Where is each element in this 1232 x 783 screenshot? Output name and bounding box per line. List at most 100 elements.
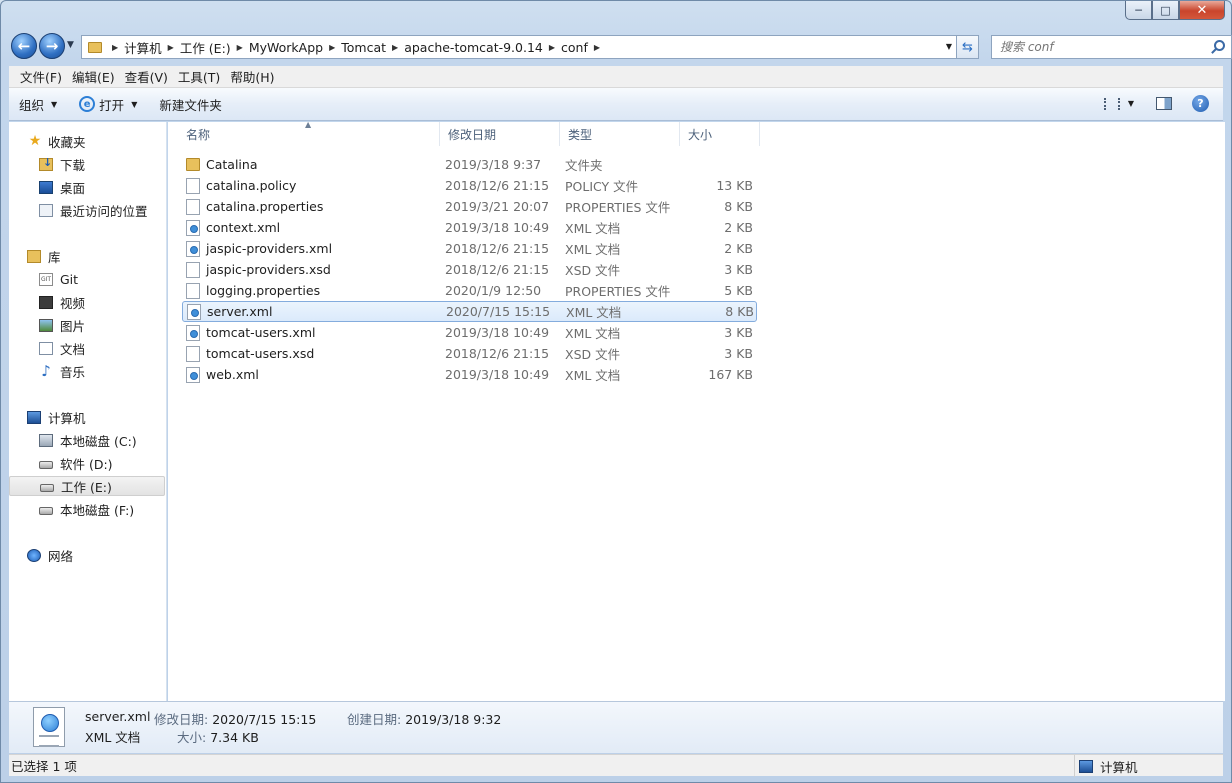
change-view-icon[interactable] <box>1103 97 1120 110</box>
address-bar[interactable]: ▶ 计算机 ▶ 工作 (E:) ▶ MyWorkApp ▶ Tomcat ▶ apach… <box>81 35 957 59</box>
file-row[interactable]: web.xml 2019/3/18 10:49 XML 文档 167 KB <box>182 364 757 385</box>
file-row[interactable]: catalina.properties 2019/3/21 20:07 PROPER… <box>182 196 757 217</box>
menu-edit[interactable]: 编辑(E) <box>67 67 120 86</box>
chevron-right-icon[interactable]: ▶ <box>329 43 335 52</box>
sidebar-item-videos[interactable]: 视频 <box>9 292 165 312</box>
file-date: 2018/12/6 21:15 <box>445 241 550 256</box>
drive-icon <box>39 460 53 469</box>
file-name: jaspic-providers.xml <box>206 241 333 256</box>
menu-file[interactable]: 文件(F) <box>15 67 67 86</box>
breadcrumb-item-apache-tomcat[interactable]: apache-tomcat-9.0.14 ▶ <box>404 40 561 55</box>
sidebar-item-downloads[interactable]: 下载 <box>9 154 165 174</box>
file-size: 3 KB <box>724 262 753 277</box>
menu-view[interactable]: 查看(V) <box>120 67 173 86</box>
details-size-value: 7.34 KB <box>210 730 259 745</box>
preview-pane-icon[interactable] <box>1156 97 1172 110</box>
column-header-type[interactable]: 类型 <box>560 122 680 146</box>
breadcrumb-item-drive-e[interactable]: 工作 (E:) ▶ <box>180 38 249 57</box>
column-header-date[interactable]: 修改日期 <box>440 122 560 146</box>
file-row[interactable]: jaspic-providers.xsd 2018/12/6 21:15 XSD 文… <box>182 259 757 280</box>
file-row[interactable]: server.xml 2020/7/15 15:15 XML 文档 8 KB <box>182 301 757 322</box>
search-icon[interactable] <box>1214 40 1225 51</box>
file-date: 2018/12/6 21:15 <box>445 346 550 361</box>
details-size: 大小: 7.34 KB <box>177 727 259 746</box>
file-row[interactable]: catalina.policy 2018/12/6 21:15 POLICY 文件 1… <box>182 175 757 196</box>
open-label: 打开 <box>99 97 125 113</box>
file-row[interactable]: tomcat-users.xsd 2018/12/6 21:15 XSD 文件 3 K… <box>182 343 757 364</box>
sidebar-item-label: 工作 (E:) <box>61 479 112 495</box>
new-folder-button[interactable]: 新建文件夹 <box>159 95 222 114</box>
chevron-right-icon[interactable]: ▶ <box>168 43 174 52</box>
column-header-name[interactable]: 名称 ▲ <box>168 120 440 146</box>
sidebar-network[interactable]: 网络 <box>9 545 165 565</box>
sidebar-item-label: 文档 <box>60 341 86 357</box>
sidebar-item-label: 本地磁盘 (C:) <box>60 433 137 449</box>
file-row[interactable]: Catalina 2019/3/18 9:37 文件夹 <box>182 154 757 175</box>
file-type: XSD 文件 <box>565 347 621 362</box>
chevron-right-icon[interactable]: ▶ <box>392 43 398 52</box>
file-type: XSD 文件 <box>565 263 621 278</box>
forward-button[interactable]: → <box>39 33 65 59</box>
sidebar-item-music[interactable]: ♪ 音乐 <box>9 361 165 381</box>
menu-bar: 文件(F) 编辑(E) 查看(V) 工具(T) 帮助(H) <box>9 66 1223 88</box>
close-button[interactable]: ✕ <box>1179 1 1225 20</box>
file-row[interactable]: tomcat-users.xml 2019/3/18 10:49 XML 文档 3 K… <box>182 322 757 343</box>
refresh-button[interactable]: ⇆ <box>957 35 979 59</box>
file-name-cell: server.xml <box>183 303 442 320</box>
recent-places-icon <box>39 203 53 217</box>
search-box[interactable] <box>991 35 1232 59</box>
file-date: 2020/1/9 12:50 <box>445 283 542 298</box>
menu-help[interactable]: 帮助(H) <box>225 67 279 86</box>
sidebar-favorites[interactable]: ★ 收藏夹 <box>9 131 165 151</box>
column-header-size[interactable]: 大小 <box>680 122 760 146</box>
menu-tools[interactable]: 工具(T) <box>173 67 225 86</box>
sidebar-item-documents[interactable]: 文档 <box>9 338 165 358</box>
sidebar-item-recent-places[interactable]: 最近访问的位置 <box>9 200 165 220</box>
sidebar-item-drive-e[interactable]: 工作 (E:) <box>9 476 165 496</box>
chevron-right-icon[interactable]: ▶ <box>237 43 243 52</box>
search-input[interactable] <box>1000 40 1200 54</box>
xml-file-icon <box>186 324 200 341</box>
music-note-icon: ♪ <box>41 362 51 380</box>
address-history-dropdown-icon[interactable]: ▼ <box>946 42 952 51</box>
breadcrumb-sep-root[interactable]: ▶ <box>106 43 124 52</box>
back-button[interactable]: ← <box>11 33 37 59</box>
breadcrumb-label: 计算机 <box>124 40 162 56</box>
file-icon <box>186 282 200 299</box>
maximize-button[interactable]: □ <box>1152 1 1179 20</box>
breadcrumb-item-myworkapp[interactable]: MyWorkApp ▶ <box>249 40 341 55</box>
file-name: tomcat-users.xml <box>206 325 316 340</box>
sidebar-item-pictures[interactable]: 图片 <box>9 315 165 335</box>
help-icon[interactable]: ? <box>1192 95 1209 112</box>
open-button[interactable]: e 打开 ▼ <box>79 95 137 114</box>
file-row[interactable]: context.xml 2019/3/18 10:49 XML 文档 2 KB <box>182 217 757 238</box>
view-options-dropdown-icon[interactable]: ▼ <box>1128 99 1134 108</box>
sidebar-item-drive-d[interactable]: 软件 (D:) <box>9 453 165 473</box>
sidebar-item-label: 本地磁盘 (F:) <box>60 502 135 518</box>
sidebar-item-label: 软件 (D:) <box>60 456 113 472</box>
sidebar-item-desktop[interactable]: 桌面 <box>9 177 165 197</box>
breadcrumb-item-computer[interactable]: 计算机 ▶ <box>124 38 180 57</box>
minimize-button[interactable]: ─ <box>1125 1 1152 20</box>
sidebar-item-git[interactable]: GIT Git <box>9 269 165 289</box>
recent-pages-dropdown-icon[interactable]: ▼ <box>67 40 74 50</box>
organize-button[interactable]: 组织 ▼ <box>19 95 57 114</box>
file-row[interactable]: jaspic-providers.xml 2018/12/6 21:15 XML 文… <box>182 238 757 259</box>
file-name-cell: jaspic-providers.xml <box>182 240 441 257</box>
sidebar-item-drive-c[interactable]: 本地磁盘 (C:) <box>9 430 165 450</box>
sidebar-item-drive-f[interactable]: 本地磁盘 (F:) <box>9 499 165 519</box>
breadcrumb-item-conf[interactable]: conf ▶ <box>561 40 606 55</box>
sidebar-libraries[interactable]: 库 <box>9 246 165 266</box>
file-name-cell: jaspic-providers.xsd <box>182 261 441 278</box>
file-icon <box>186 261 200 278</box>
file-row[interactable]: logging.properties 2020/1/9 12:50 PROPERTI… <box>182 280 757 301</box>
xml-file-icon <box>187 303 201 320</box>
chevron-right-icon[interactable]: ▶ <box>549 43 555 52</box>
file-type: 文件夹 <box>565 158 603 173</box>
breadcrumb-item-tomcat[interactable]: Tomcat ▶ <box>341 40 404 55</box>
sort-ascending-icon: ▲ <box>305 120 312 129</box>
file-date: 2020/7/15 15:15 <box>446 304 551 319</box>
sidebar-item-label: 音乐 <box>60 364 86 380</box>
sidebar-computer[interactable]: 计算机 <box>9 407 165 427</box>
chevron-right-icon[interactable]: ▶ <box>594 43 600 52</box>
